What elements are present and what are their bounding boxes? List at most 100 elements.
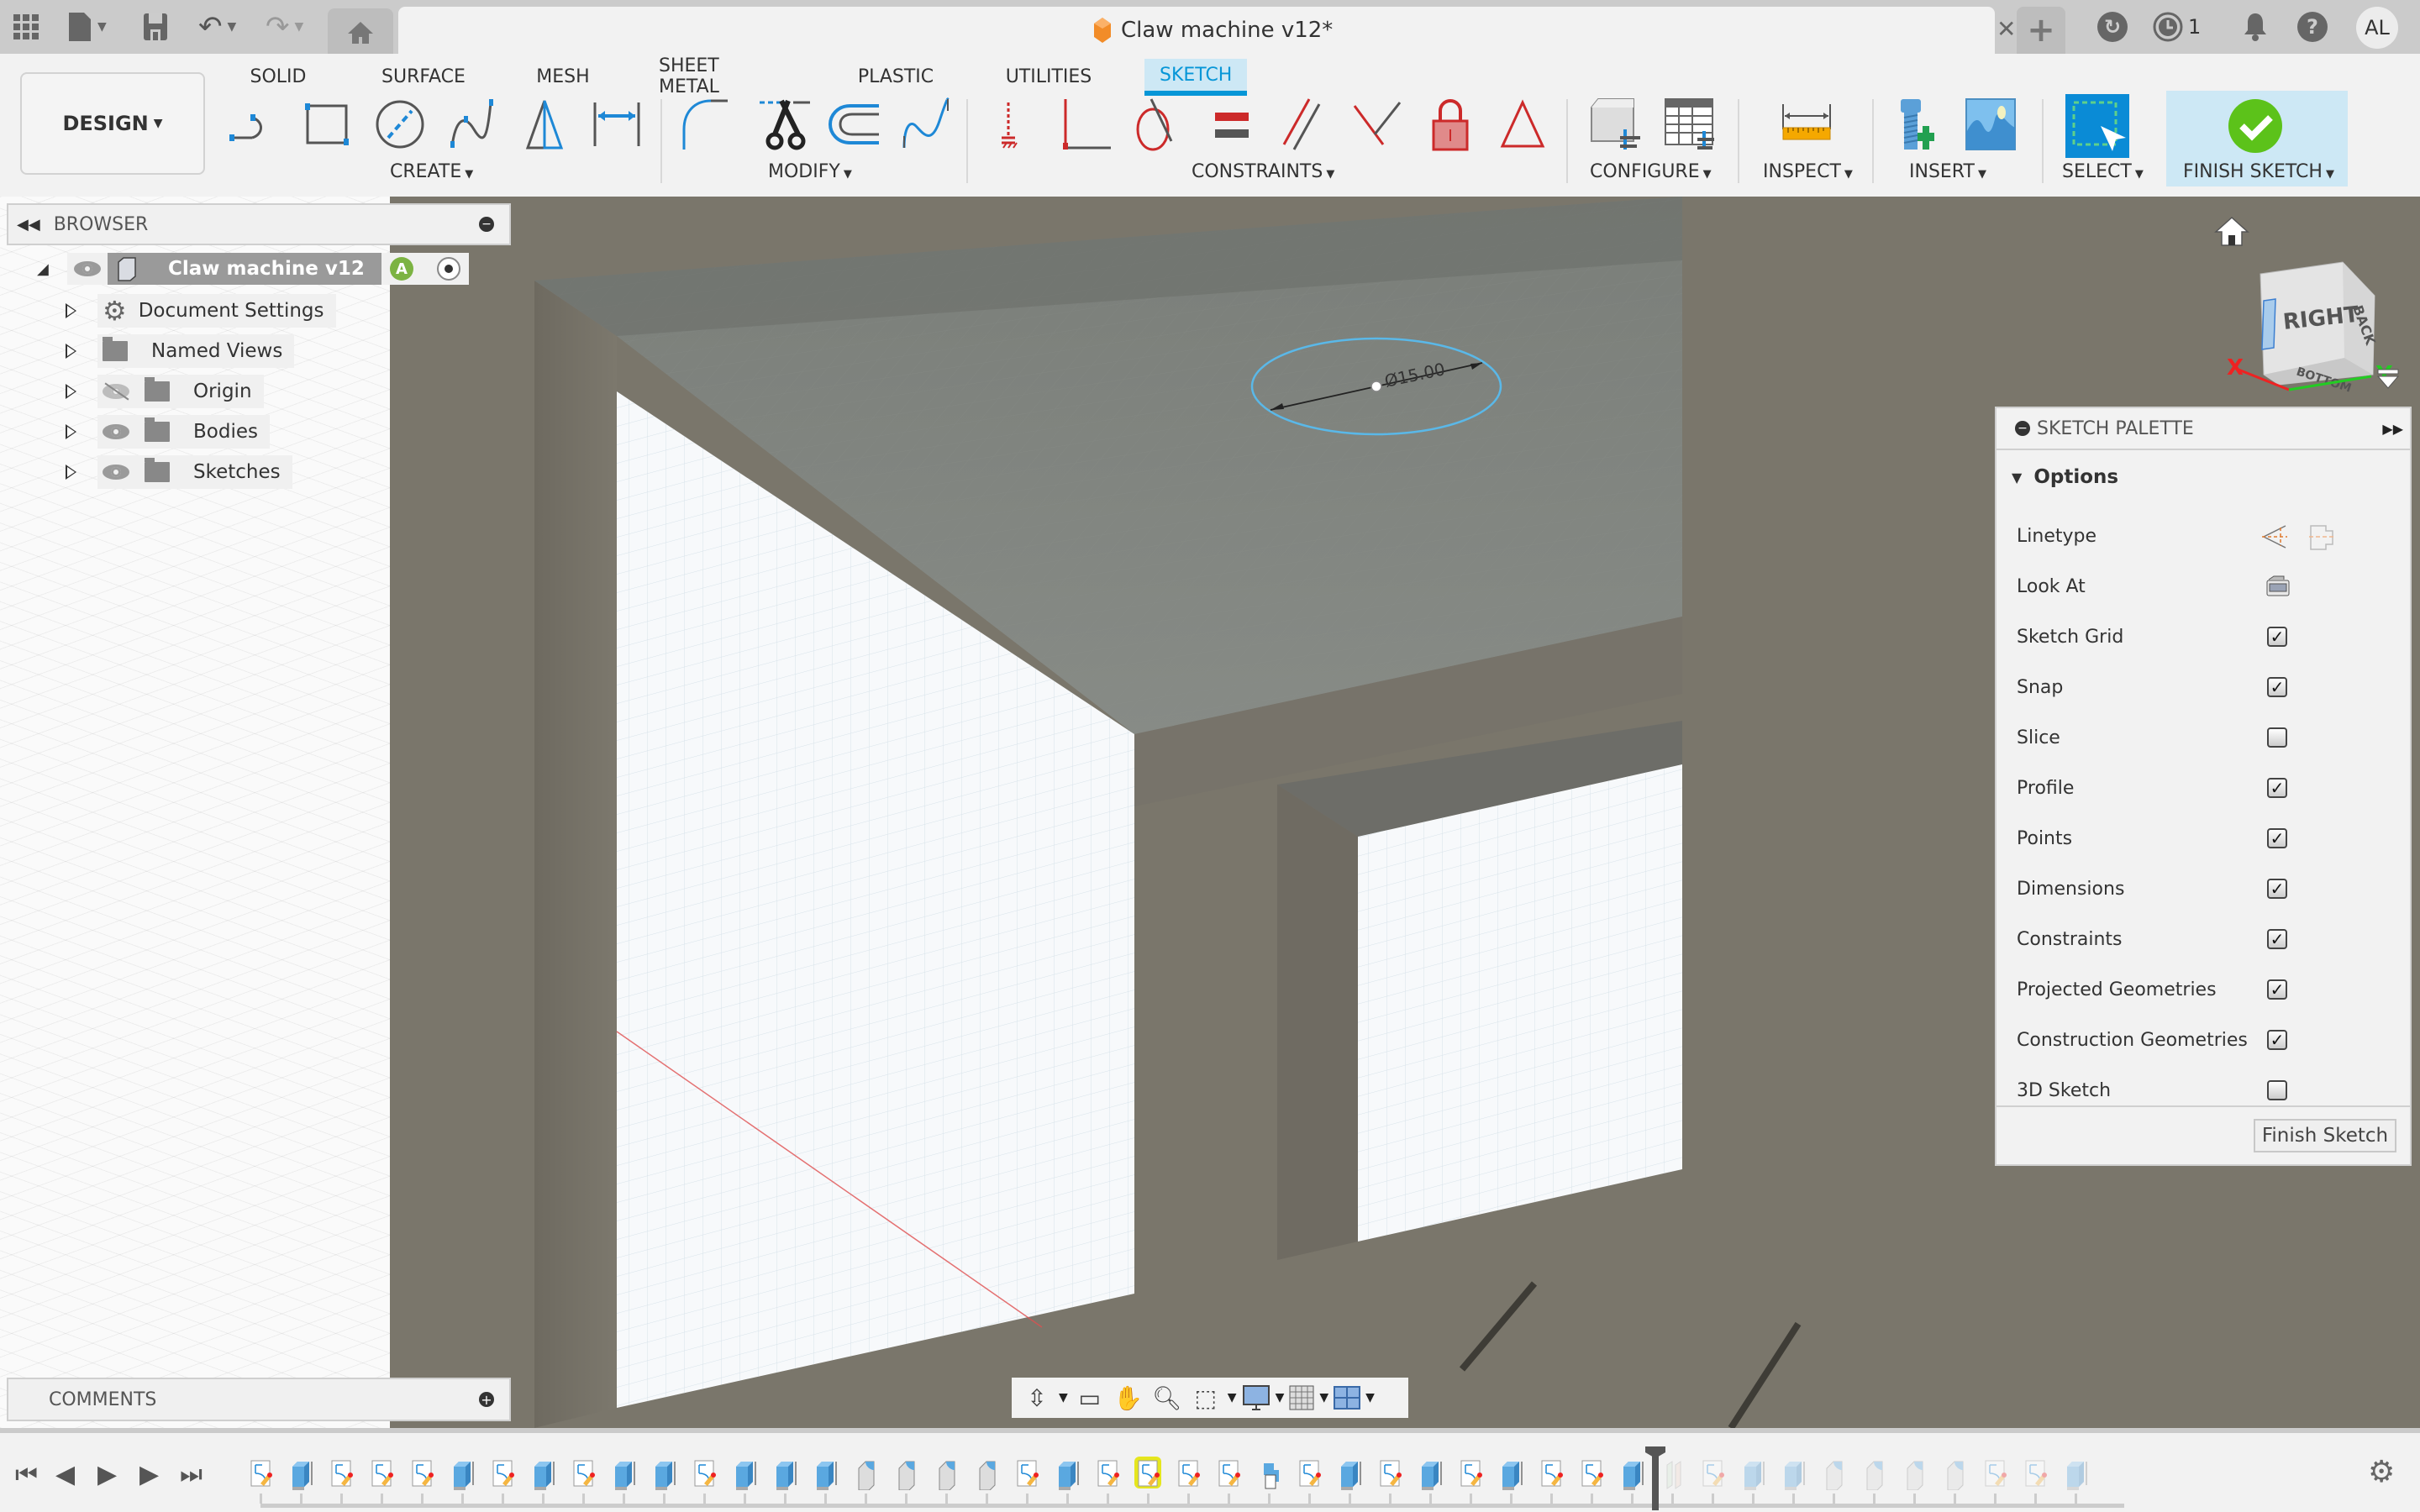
timeline-feature-fillet[interactable] — [854, 1458, 877, 1491]
timeline-feature-extrude[interactable] — [2064, 1458, 2087, 1490]
timeline-last-icon[interactable]: ⏭ — [180, 1460, 203, 1489]
tab-surface[interactable]: SURFACE — [380, 59, 467, 94]
option-projected-geometries[interactable]: Projected Geometries — [2017, 973, 2217, 1006]
browser-item-bodies[interactable]: Bodies — [66, 415, 270, 449]
tab-utilities[interactable]: UTILITIES — [1005, 59, 1092, 94]
browser-item-origin[interactable]: Origin — [66, 375, 264, 408]
user-avatar[interactable]: AL — [2356, 7, 2398, 49]
option-3d-sketch[interactable]: 3D Sketch — [2017, 1074, 2111, 1107]
configure-model-icon[interactable] — [1586, 96, 1644, 153]
add-comment-icon[interactable]: + — [479, 1392, 494, 1408]
insert-image-icon[interactable] — [1963, 96, 2020, 153]
timeline-feature-extrude[interactable] — [612, 1458, 635, 1490]
notifications-icon[interactable] — [2242, 12, 2269, 45]
save-button[interactable] — [143, 10, 168, 44]
undo-button[interactable]: ↶ ▼ — [198, 10, 236, 44]
construction-linetype-icon[interactable] — [2260, 522, 2289, 551]
select-menu[interactable]: SELECT ▼ — [2062, 161, 2144, 182]
visibility-eye-icon[interactable] — [103, 424, 129, 439]
timeline-feature-fillet[interactable] — [1862, 1458, 1886, 1491]
expand-icon[interactable] — [66, 303, 76, 318]
expand-icon[interactable] — [66, 465, 76, 480]
viewports-icon[interactable] — [1334, 1386, 1361, 1410]
projected-geometries-checkbox[interactable]: ✓ — [2267, 979, 2287, 1000]
configure-menu[interactable]: CONFIGURE ▼ — [1590, 161, 1712, 182]
browser-item-document-settings[interactable]: ⚙ Document Settings — [66, 294, 336, 328]
configure-table-icon[interactable] — [1660, 96, 1718, 153]
browser-item-sketches[interactable]: Sketches — [66, 455, 292, 489]
orbit-dropdown-icon[interactable]: ▼ — [1059, 1391, 1068, 1404]
zoom-window-icon[interactable]: ⬚ — [1189, 1384, 1223, 1412]
view-cube[interactable]: RIGHT BACK BOTTOM X Y — [2218, 240, 2403, 408]
expand-icon[interactable] — [66, 424, 76, 439]
timeline-feature-extrude[interactable] — [1338, 1458, 1361, 1490]
help-icon[interactable]: ? — [2297, 12, 2328, 42]
display-settings-icon[interactable] — [1242, 1384, 1270, 1411]
equal-icon[interactable] — [1203, 96, 1260, 153]
option-points[interactable]: Points — [2017, 822, 2072, 855]
profile-checkbox[interactable]: ✓ — [2267, 778, 2287, 798]
construction-geometries-checkbox[interactable]: ✓ — [2267, 1030, 2287, 1050]
circle-center-point[interactable] — [1370, 381, 1382, 392]
timeline-feature-fillet[interactable] — [934, 1458, 958, 1491]
file-menu-button[interactable]: ▼ — [67, 10, 107, 44]
timeline-feature-plane[interactable] — [1660, 1458, 1684, 1489]
spline-icon[interactable] — [444, 96, 501, 153]
job-status-button[interactable]: 1 — [2153, 12, 2201, 42]
option-slice[interactable]: Slice — [2017, 721, 2060, 754]
new-tab-button[interactable]: + — [2017, 7, 2065, 54]
visibility-eye-icon[interactable] — [103, 465, 129, 480]
pan-icon[interactable]: ✋ — [1112, 1384, 1145, 1412]
timeline-feature-sketch[interactable] — [249, 1458, 272, 1487]
display-dropdown-icon[interactable]: ▼ — [1276, 1391, 1285, 1404]
dimension-icon[interactable] — [588, 96, 645, 153]
collapse-palette-icon[interactable]: − — [2015, 421, 2030, 436]
timeline-feature-extrude[interactable] — [1620, 1458, 1644, 1490]
timeline-feature-extrude[interactable] — [773, 1458, 797, 1490]
finish-sketch-button[interactable]: FINISH SKETCH ▼ — [2166, 91, 2348, 186]
timeline-feature-sketch[interactable] — [1539, 1458, 1563, 1487]
expand-icon[interactable] — [66, 384, 76, 399]
centerline-linetype-icon[interactable] — [2307, 522, 2336, 551]
timeline-feature-extrude[interactable] — [1418, 1458, 1442, 1490]
timeline-feature-combine[interactable] — [1257, 1458, 1281, 1489]
line-icon[interactable] — [225, 96, 282, 153]
view-cube-menu-icon[interactable] — [2376, 368, 2400, 393]
tab-sketch[interactable]: SKETCH — [1144, 59, 1248, 96]
constraints-menu[interactable]: CONSTRAINTS ▼ — [1192, 161, 1334, 182]
close-tab-icon[interactable]: ✕ — [1996, 15, 2016, 43]
points-checkbox[interactable]: ✓ — [2267, 828, 2287, 848]
timeline-feature-sketch[interactable] — [1134, 1457, 1161, 1488]
fillet-icon[interactable] — [677, 96, 734, 153]
offline-icon[interactable]: ↻ — [2097, 12, 2128, 42]
tab-plastic[interactable]: PLASTIC — [857, 59, 934, 94]
timeline-feature-sketch[interactable] — [692, 1458, 716, 1487]
timeline-feature-fillet[interactable] — [894, 1458, 918, 1491]
activate-radio[interactable] — [436, 257, 460, 281]
tab-mesh[interactable]: MESH — [536, 59, 590, 94]
option-sketch-grid[interactable]: Sketch Grid — [2017, 620, 2123, 654]
option-dimensions[interactable]: Dimensions — [2017, 872, 2124, 906]
home-tab[interactable] — [328, 8, 393, 54]
circle-icon[interactable] — [371, 96, 429, 153]
grid-settings-icon[interactable] — [1289, 1385, 1314, 1410]
select-icon[interactable] — [2064, 92, 2131, 160]
timeline-play-icon[interactable]: ▶ — [97, 1460, 117, 1489]
visibility-eye-icon[interactable] — [74, 261, 101, 276]
create-menu[interactable]: CREATE ▼ — [390, 161, 473, 182]
offset-icon[interactable] — [825, 96, 882, 153]
timeline-feature-sketch[interactable] — [1217, 1458, 1240, 1487]
timeline-feature-sketch[interactable] — [571, 1458, 595, 1487]
constraints-checkbox[interactable]: ✓ — [2267, 929, 2287, 949]
coincident-icon[interactable] — [990, 96, 1047, 153]
look-at-icon[interactable]: ▭ — [1073, 1384, 1107, 1412]
insert-menu[interactable]: INSERT ▼ — [1909, 161, 1986, 182]
look-at-icon[interactable] — [2265, 573, 2291, 598]
timeline-previous-icon[interactable]: ◀ — [55, 1460, 75, 1489]
collapse-triangle-icon[interactable]: ◢ — [37, 260, 54, 278]
timeline-feature-sketch[interactable] — [1378, 1458, 1402, 1487]
timeline-feature-sketch[interactable] — [1297, 1458, 1321, 1487]
timeline-feature-sketch[interactable] — [1096, 1458, 1119, 1487]
redo-button[interactable]: ↷ ▼ — [266, 10, 303, 44]
timeline-feature-extrude[interactable] — [1499, 1458, 1523, 1490]
